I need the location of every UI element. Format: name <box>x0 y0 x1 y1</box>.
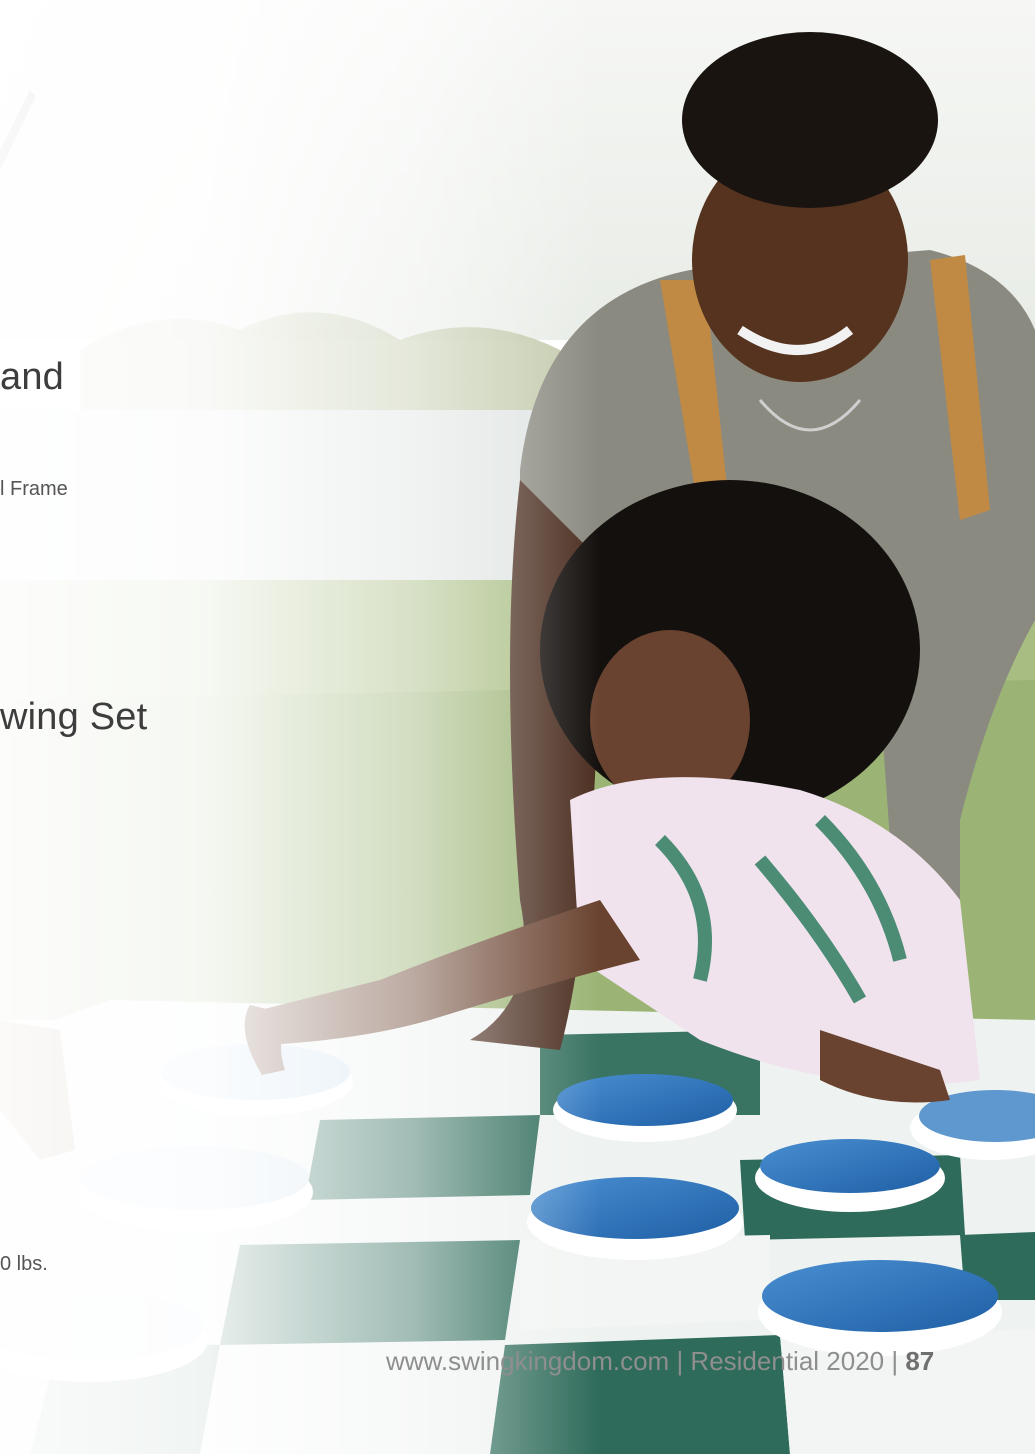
page-number: 87 <box>905 1346 935 1376</box>
product-subline-fragment-2: 0 lbs. <box>0 1253 48 1275</box>
product-heading-fragment-1: and <box>0 356 65 398</box>
product-heading-fragment-2: wing Set <box>0 696 148 738</box>
footer-separator: | <box>884 1346 906 1376</box>
product-subline-fragment-1: l Frame <box>0 478 68 500</box>
footer-catalog-name: Residential 2020 <box>690 1346 885 1376</box>
footer-website-link[interactable]: www.swingkingdom.com <box>386 1346 669 1376</box>
hero-photo <box>0 0 1035 1454</box>
footer-separator: | <box>669 1346 691 1376</box>
page-footer: www.swingkingdom.com | Residential 2020 … <box>386 1346 1016 1377</box>
